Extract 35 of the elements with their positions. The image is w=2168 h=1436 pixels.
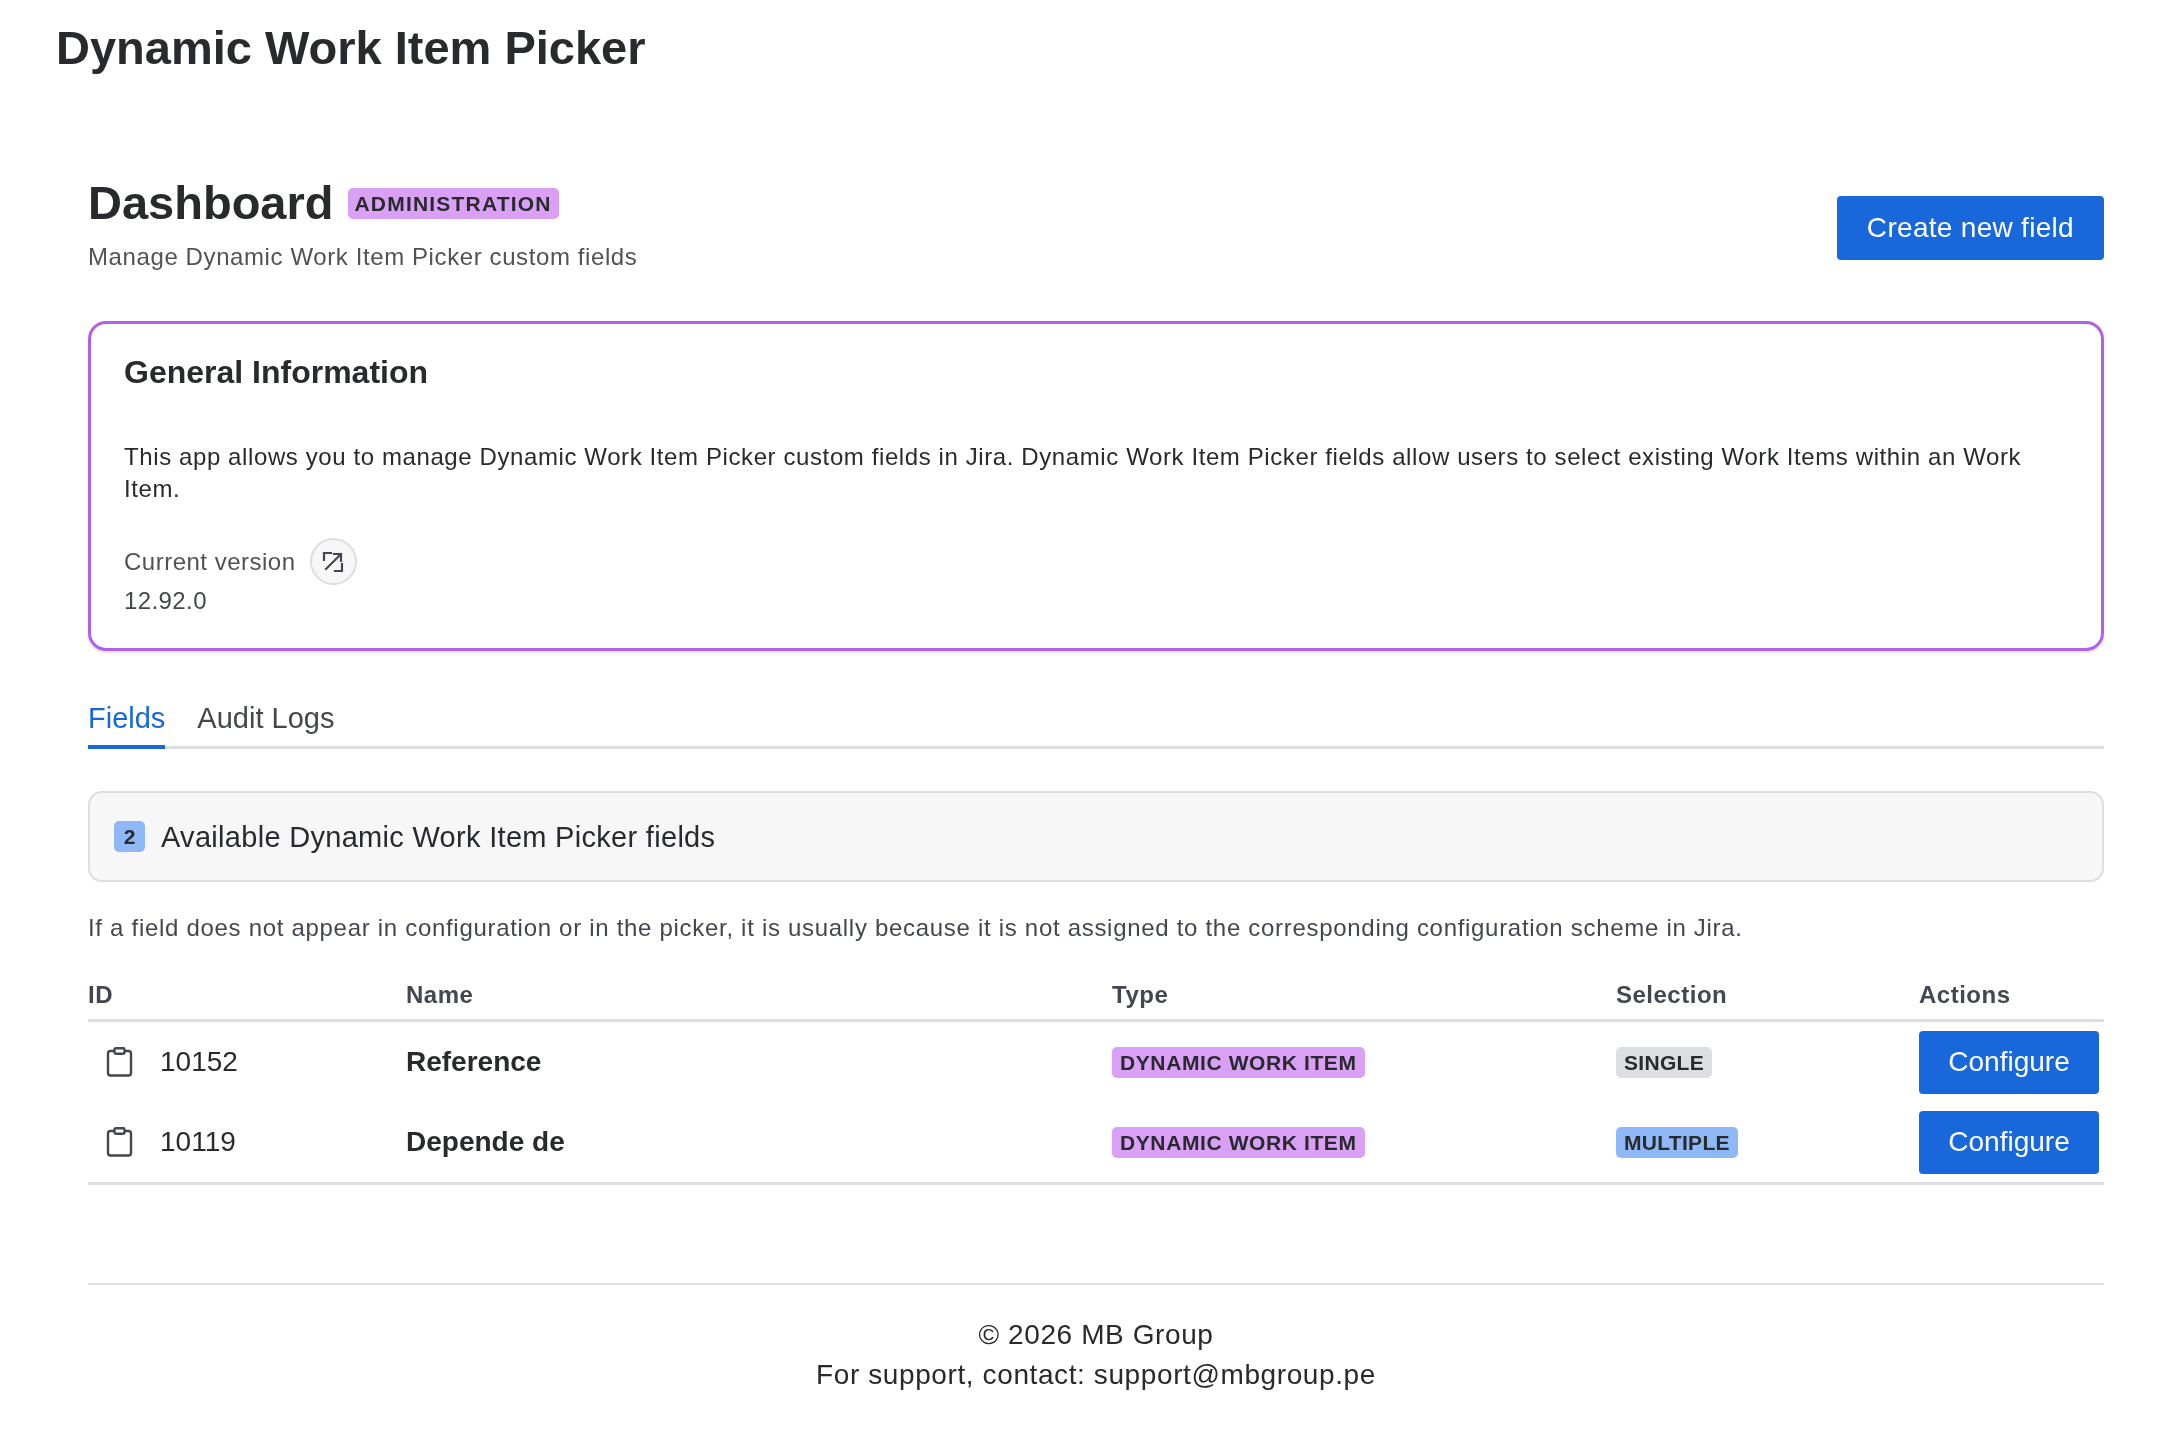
- tab[interactable]: Fields: [88, 700, 166, 749]
- admin-badge: ADMINISTRATION: [347, 188, 559, 219]
- field-id: 10119: [160, 1125, 236, 1159]
- selection-badge: MULTIPLE: [1616, 1126, 1738, 1158]
- app-title: Dynamic Work Item Picker: [56, 20, 646, 76]
- column-header: Selection: [1616, 980, 1729, 1010]
- page-subtitle: Manage Dynamic Work Item Picker custom fields: [88, 242, 638, 272]
- diagonal-arrow-icon: [321, 549, 346, 574]
- panel-title: Available Dynamic Work Item Picker fields: [161, 819, 716, 855]
- version-number: 12.92.0: [124, 586, 208, 616]
- page-title: Dashboard: [88, 175, 334, 231]
- selection-badge: SINGLE: [1616, 1046, 1712, 1078]
- expand-button[interactable]: [309, 538, 357, 585]
- configure-button[interactable]: Configure: [1919, 1030, 2099, 1094]
- column-header: Name: [406, 980, 475, 1010]
- count-badge: 2: [114, 821, 145, 852]
- card-description: This app allows you to manage Dynamic Work Item Picker custom fields in Jira. Dynamic Work Item Picker fields allow users to select existing Work Items within an Work Item.: [124, 442, 2023, 504]
- type-badge: DYNAMIC WORK ITEM: [1112, 1126, 1365, 1158]
- column-header: ID: [88, 980, 114, 1010]
- clipboard-icon: [106, 1047, 133, 1077]
- column-header: Type: [1112, 980, 1170, 1010]
- field-name: Depende de: [406, 1125, 565, 1159]
- field-id: 10152: [160, 1045, 238, 1079]
- type-badge: DYNAMIC WORK ITEM: [1112, 1046, 1365, 1078]
- column-header: Actions: [1919, 980, 2012, 1010]
- tab[interactable]: Audit Logs: [197, 700, 335, 749]
- help-note: If a field does not appear in configuration or in the picker, it is usually because it is not assigned to the corresponding configuration scheme in Jira.: [88, 913, 1744, 943]
- support-text: For support, contact: support@mbgroup.pe: [815, 1358, 1377, 1392]
- clipboard-icon: [106, 1127, 133, 1157]
- card-title: General Information: [124, 353, 430, 392]
- create-field-button[interactable]: Create new field: [1836, 196, 2104, 260]
- version-label: Current version: [124, 546, 296, 577]
- field-name: Reference: [406, 1045, 542, 1079]
- configure-button[interactable]: Configure: [1919, 1110, 2099, 1174]
- copyright-text: © 2026 MB Group: [977, 1318, 1215, 1352]
